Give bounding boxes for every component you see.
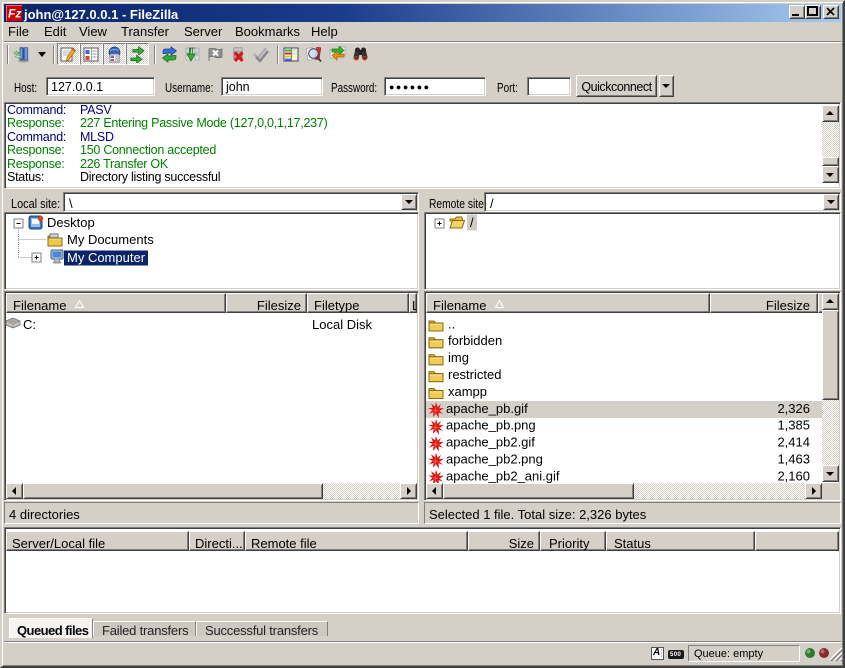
svg-text:2,160: 2,160 — [777, 468, 810, 483]
svg-text:restricted: restricted — [448, 367, 501, 382]
svg-text:Fz: Fz — [8, 7, 21, 21]
svg-text:apache_pb.png: apache_pb.png — [446, 418, 536, 433]
svg-text:apache_pb2_ani.gif: apache_pb2_ani.gif — [446, 468, 560, 483]
svg-text:2,414: 2,414 — [777, 435, 810, 450]
svg-text:forbidden: forbidden — [448, 333, 502, 348]
svg-text:apache_pb2.gif: apache_pb2.gif — [446, 435, 535, 450]
svg-text:1,463: 1,463 — [777, 452, 810, 467]
svg-text:/: / — [470, 215, 474, 230]
svg-text:apache_pb.gif: apache_pb.gif — [446, 401, 528, 416]
svg-text:xampp: xampp — [448, 384, 487, 399]
svg-text:My Computer: My Computer — [67, 250, 146, 265]
svg-text:img: img — [448, 350, 469, 365]
svg-text:My Documents: My Documents — [67, 232, 154, 247]
svg-text:apache_pb2.png: apache_pb2.png — [446, 452, 543, 467]
svg-text:Desktop: Desktop — [47, 215, 95, 230]
svg-text:2,326: 2,326 — [777, 401, 810, 416]
svg-text:..: .. — [448, 316, 455, 331]
svg-text:1,385: 1,385 — [777, 418, 810, 433]
